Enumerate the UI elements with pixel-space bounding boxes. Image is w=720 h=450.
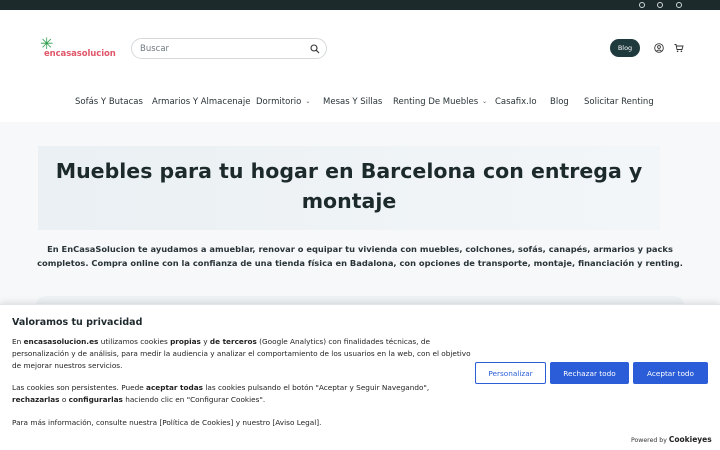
page-title: Muebles para tu hogar en Barcelona con e…	[55, 159, 643, 213]
nav-item-casafix[interactable]: Casafix.Io	[495, 97, 537, 107]
reject-all-button[interactable]: Rechazar todo	[550, 362, 629, 384]
cookie-description: En encasasolucion.es utilizamos cookies …	[12, 337, 471, 370]
nav-item-solicitar-renting[interactable]: Solicitar Renting	[584, 97, 654, 107]
powered-by[interactable]: Powered by Cookieyes	[631, 435, 712, 444]
intro-text: En EnCasaSolucion te ayudamos a amueblar…	[37, 244, 683, 268]
user-icon[interactable]	[654, 43, 664, 53]
facebook-icon[interactable]	[639, 2, 645, 8]
logo-text: encasasolucion	[44, 49, 116, 59]
chevron-down-icon: ⌄	[482, 98, 488, 105]
customize-button[interactable]: Personalizar	[475, 362, 546, 384]
nav-item-dormitorio[interactable]: Dormitorio ⌄	[256, 97, 310, 107]
whatsapp-icon[interactable]	[676, 2, 682, 8]
top-bar	[0, 0, 720, 10]
hero-banner: Muebles para tu hogar en Barcelona con e…	[38, 146, 660, 230]
cookie-more-info[interactable]: Para más información, consulte nuestra […	[12, 417, 472, 429]
nav-item-renting[interactable]: Renting De Muebles ⌄	[393, 97, 487, 107]
chevron-down-icon: ⌄	[305, 98, 311, 105]
instagram-icon[interactable]	[657, 2, 663, 8]
cart-icon[interactable]	[674, 43, 684, 53]
nav-item-armarios[interactable]: Armarios Y Almacenaje	[152, 97, 251, 107]
cookie-banner: Valoramos tu privacidad En encasasolucio…	[0, 304, 720, 450]
cookie-persistence-text: Las cookies son persistentes. Puede acep…	[12, 383, 430, 404]
main-nav: Sofás Y Butacas Armarios Y Almacenaje Do…	[0, 92, 720, 114]
site-logo[interactable]: ✳ encasasolucion	[40, 36, 120, 62]
blog-button[interactable]: Blog	[610, 39, 640, 57]
search-icon[interactable]	[310, 44, 320, 54]
search-input[interactable]	[140, 41, 300, 57]
nav-item-sofas[interactable]: Sofás Y Butacas	[75, 97, 143, 107]
cookie-title: Valoramos tu privacidad	[12, 317, 143, 328]
nav-item-blog[interactable]: Blog	[550, 97, 569, 107]
search-box	[131, 38, 327, 59]
site-header: ✳ encasasolucion Blog	[0, 10, 720, 88]
accept-all-button[interactable]: Aceptar todo	[633, 362, 708, 384]
nav-item-mesas[interactable]: Mesas Y Sillas	[323, 97, 382, 107]
